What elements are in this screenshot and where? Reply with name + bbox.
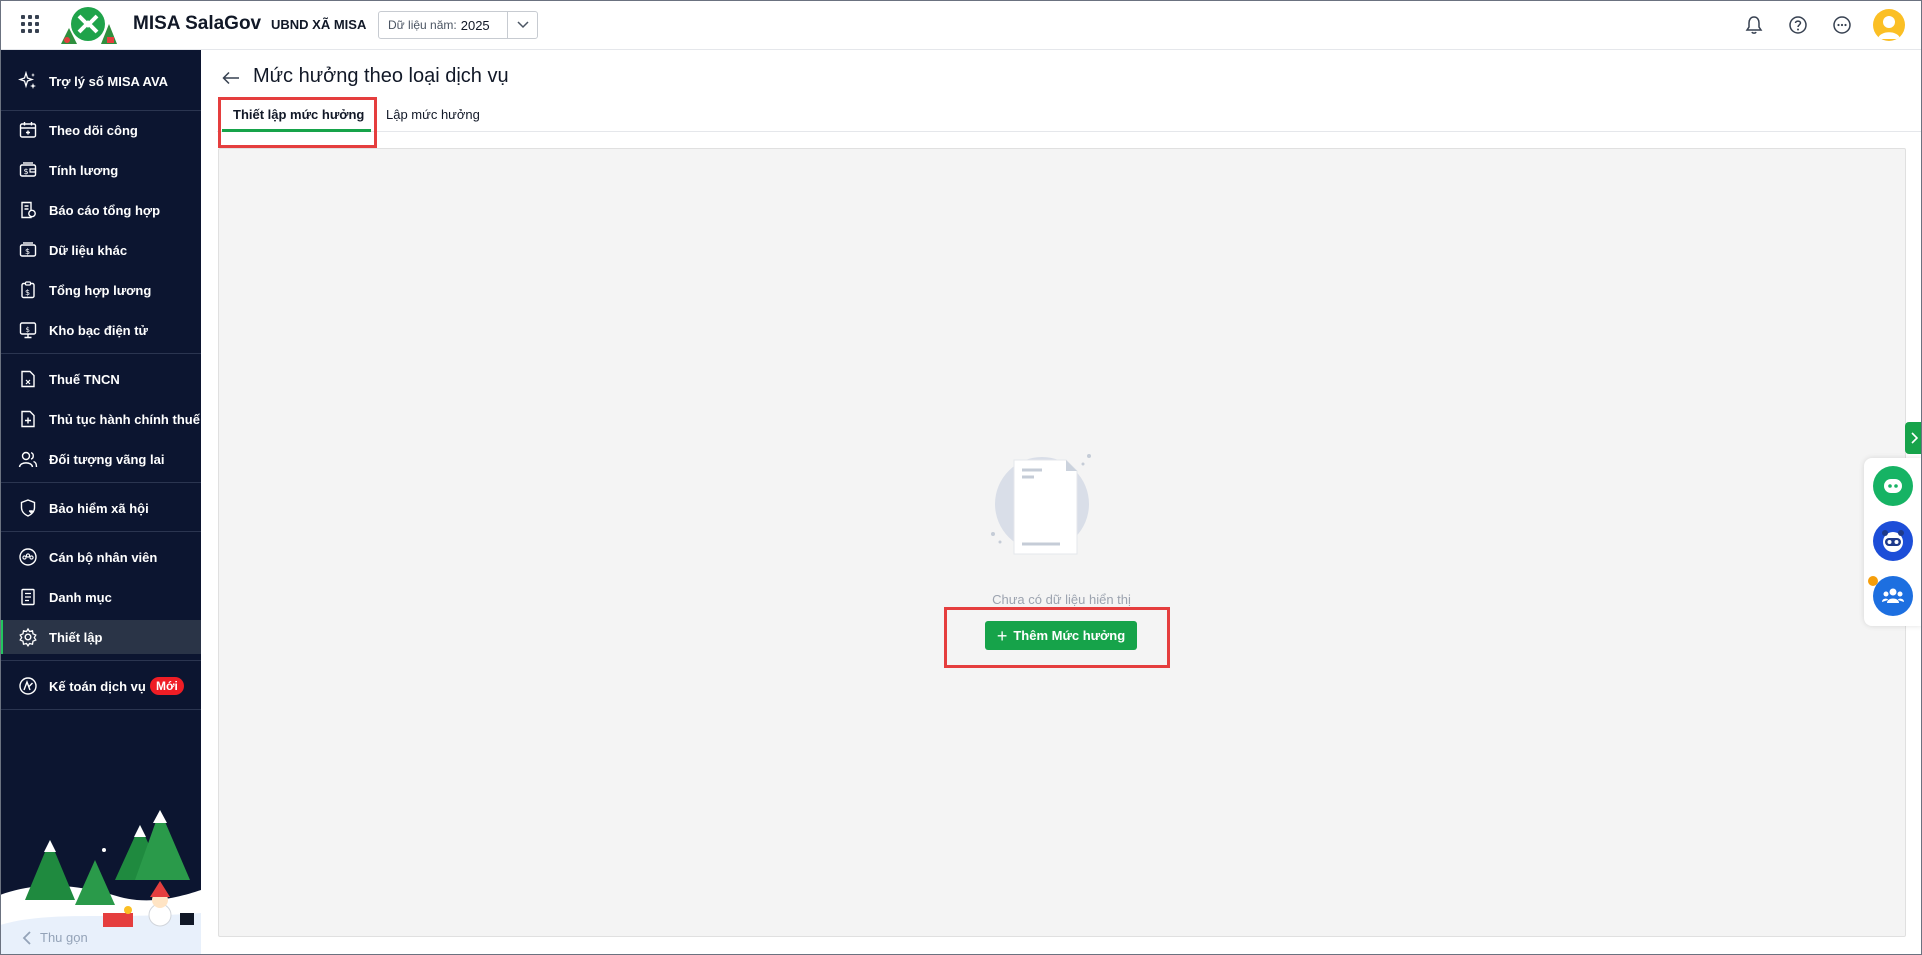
community-icon[interactable] (1873, 576, 1913, 616)
sidebar-item-service-accounting[interactable]: Kế toán dịch vụ Mới (0, 669, 201, 703)
sidebar: Trợ lý số MISA AVA Theo dõi công $ Tính … (0, 50, 201, 955)
sidebar-divider (0, 531, 201, 532)
report-icon (18, 200, 38, 220)
sidebar-item-assistant[interactable]: Trợ lý số MISA AVA (0, 64, 201, 98)
sidebar-item-label: Dữ liệu khác (49, 242, 128, 258)
svg-text:$: $ (25, 247, 30, 256)
app-logo (61, 7, 117, 44)
chevron-right-icon (1910, 432, 1918, 444)
sidebar-item-staff[interactable]: Cán bộ nhân viên (0, 540, 201, 574)
money-icon: $ (18, 240, 38, 260)
assistant-robot-icon[interactable] (1873, 521, 1913, 561)
floating-support-panel (1864, 458, 1922, 626)
back-arrow-icon[interactable] (221, 68, 241, 88)
sidebar-item-settings[interactable]: Thiết lập (0, 620, 201, 654)
sidebar-item-catalog[interactable]: Danh mục (0, 580, 201, 614)
tax-icon (18, 369, 38, 389)
wallet-icon: $ (18, 160, 38, 180)
sidebar-item-other-data[interactable]: $ Dữ liệu khác (0, 233, 201, 267)
document-plus-icon (18, 409, 38, 429)
sidebar-item-summary-report[interactable]: Báo cáo tổng hợp (0, 193, 201, 227)
sidebar-item-label: Bảo hiểm xã hội (49, 500, 149, 516)
sidebar-item-label: Tính lương (49, 162, 119, 178)
sidebar-item-label: Thuế TNCN (49, 371, 120, 387)
accounting-icon (18, 676, 38, 696)
list-icon (18, 587, 38, 607)
chat-bot-icon[interactable] (1873, 466, 1913, 506)
clipboard-icon: $ (18, 280, 38, 300)
calendar-icon (18, 120, 38, 140)
users-icon (18, 449, 38, 469)
svg-text:$: $ (26, 326, 30, 334)
top-bar: MISA SalaGov UBND XÃ MISA Dữ liệu năm: 2… (0, 0, 1922, 50)
sidebar-item-label: Thủ tục hành chính thuế (49, 411, 200, 427)
empty-document-icon (991, 454, 1091, 555)
app-title: MISA SalaGov (133, 13, 262, 34)
year-select-label: Dữ liệu năm: (388, 18, 457, 32)
apps-grid-icon[interactable] (21, 15, 39, 33)
help-icon[interactable] (1785, 12, 1811, 38)
bell-icon[interactable] (1741, 12, 1767, 38)
chevron-down-icon[interactable] (507, 12, 537, 38)
svg-text:$: $ (24, 167, 29, 176)
sidebar-item-label: Kho bạc điện tử (49, 322, 148, 338)
avatar[interactable] (1873, 9, 1905, 41)
sidebar-item-attendance[interactable]: Theo dõi công (0, 113, 201, 147)
sidebar-item-label: Trợ lý số MISA AVA (49, 73, 169, 89)
new-badge: Mới (150, 677, 184, 695)
sidebar-item-label: Cán bộ nhân viên (49, 549, 158, 565)
tab-create-benefit[interactable]: Lập mức hưởng (386, 107, 480, 131)
sidebar-item-label: Danh mục (49, 589, 112, 605)
sidebar-item-visitors[interactable]: Đối tượng vãng lai (0, 442, 201, 476)
page-title: Mức hưởng theo loại dịch vụ (253, 65, 509, 87)
sidebar-item-tax-procedures[interactable]: Thủ tục hành chính thuế (0, 402, 201, 436)
sidebar-divider (0, 660, 201, 661)
sidebar-item-personal-tax[interactable]: Thuế TNCN (0, 362, 201, 396)
sidebar-item-e-treasury[interactable]: $ Kho bạc điện tử (0, 313, 201, 347)
more-icon[interactable] (1829, 12, 1855, 38)
sidebar-item-label: Thiết lập (49, 629, 103, 645)
sidebar-item-payroll-summary[interactable]: $ Tổng hợp lương (0, 273, 201, 307)
staff-icon (18, 547, 38, 567)
svg-text:$: $ (25, 288, 30, 297)
add-benefit-button[interactable]: + Thêm Mức hưởng (985, 621, 1137, 650)
sidebar-item-label: Kế toán dịch vụ (49, 678, 146, 694)
active-tab-indicator (222, 129, 371, 132)
chevron-left-icon (22, 930, 31, 945)
shield-icon (18, 498, 38, 518)
empty-state-message: Chưa có dữ liệu hiển thị (992, 592, 1131, 607)
sidebar-divider (0, 353, 201, 354)
year-select-value: 2025 (460, 17, 490, 33)
add-benefit-label: Thêm Mức hưởng (1013, 628, 1126, 643)
sidebar-divider (0, 709, 201, 710)
expand-panel-handle[interactable] (1905, 422, 1922, 454)
monitor-icon: $ (18, 320, 38, 340)
main-content: Mức hưởng theo loại dịch vụ Thiết lập mứ… (201, 50, 1922, 955)
collapse-label: Thu gọn (40, 930, 88, 945)
tabs-divider (217, 131, 1922, 132)
sidebar-item-label: Tổng hợp lương (49, 282, 152, 298)
collapse-sidebar-button[interactable]: Thu gọn (22, 930, 88, 945)
sidebar-item-label: Báo cáo tổng hợp (49, 202, 161, 218)
tab-setup-benefit[interactable]: Thiết lập mức hưởng (233, 107, 364, 131)
sidebar-divider (0, 110, 201, 111)
org-name[interactable]: UBND XÃ MISA (271, 17, 366, 32)
sidebar-item-social-insurance[interactable]: Bảo hiểm xã hội (0, 491, 201, 525)
sparkle-icon (18, 71, 38, 91)
year-select[interactable]: Dữ liệu năm: 2025 (378, 11, 538, 39)
notification-dot (1868, 576, 1878, 586)
sidebar-item-label: Đối tượng vãng lai (49, 451, 165, 467)
sidebar-item-label: Theo dõi công (49, 122, 138, 138)
sidebar-divider (0, 482, 201, 483)
plus-icon: + (996, 625, 1008, 646)
gear-icon (18, 627, 38, 647)
sidebar-item-payroll[interactable]: $ Tính lương (0, 153, 201, 187)
